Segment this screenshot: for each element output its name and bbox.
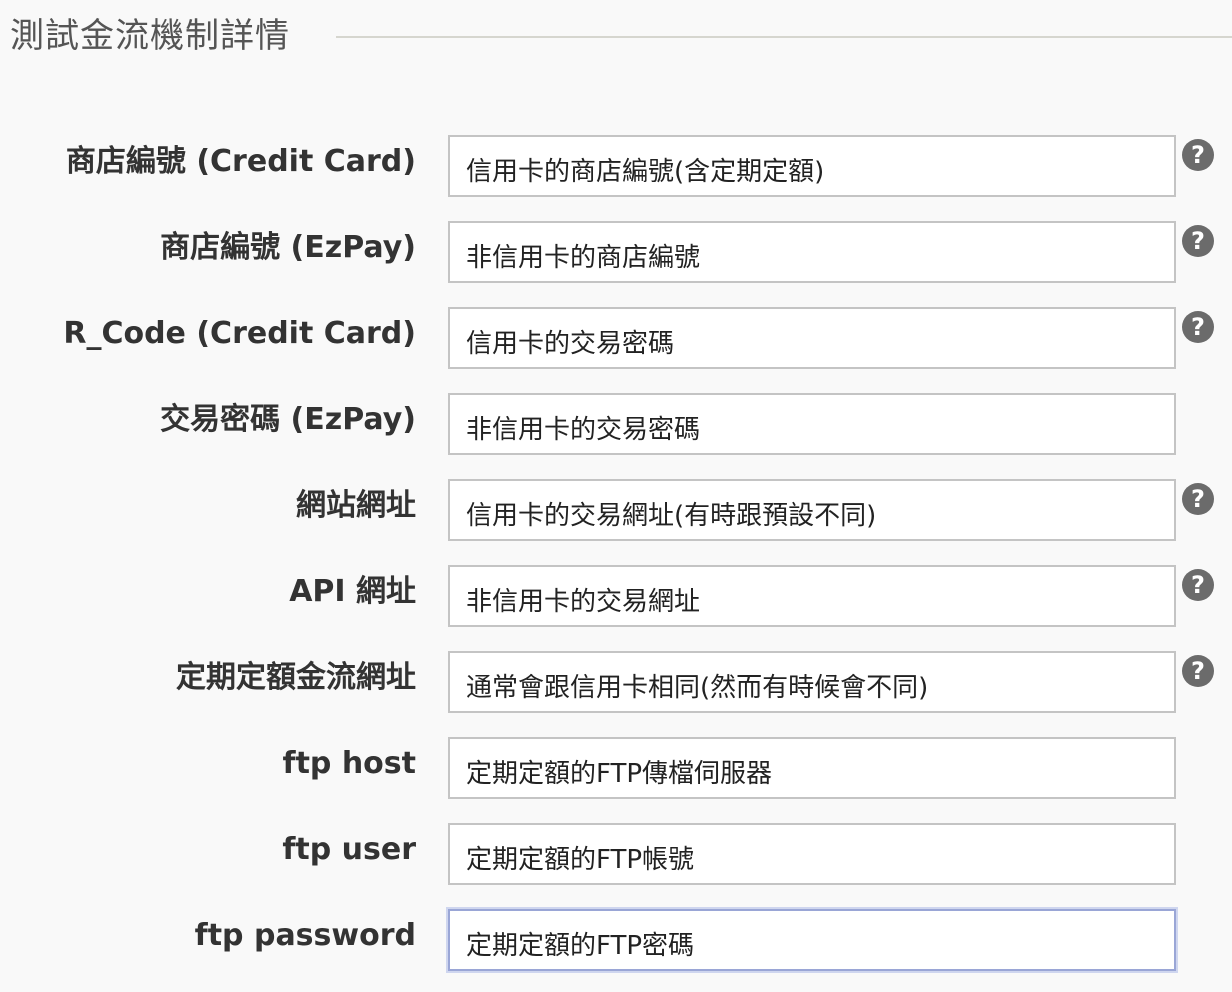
- form-row-site-url: 網站網址 ?: [0, 479, 1232, 541]
- merchant-id-ezpay-label: 商店編號 (EzPay): [160, 230, 416, 265]
- form-row-ftp-password: ftp password: [0, 909, 1232, 971]
- merchant-id-credit-card-label: 商店編號 (Credit Card): [65, 144, 416, 179]
- question-circle-icon[interactable]: ?: [1182, 225, 1214, 257]
- question-circle-icon[interactable]: ?: [1182, 655, 1214, 687]
- recurring-payment-url-input[interactable]: [448, 651, 1176, 713]
- api-url-input[interactable]: [448, 565, 1176, 627]
- ftp-password-input[interactable]: [448, 909, 1176, 971]
- form-row-ftp-user: ftp user: [0, 823, 1232, 885]
- ftp-user-input[interactable]: [448, 823, 1176, 885]
- section-header: 測試金流機制詳情: [0, 0, 1232, 80]
- site-url-input[interactable]: [448, 479, 1176, 541]
- form-row-api-url: API 網址 ?: [0, 565, 1232, 627]
- question-circle-icon[interactable]: ?: [1182, 569, 1214, 601]
- question-circle-icon[interactable]: ?: [1182, 139, 1214, 171]
- api-url-label: API 網址: [289, 574, 416, 609]
- section-divider: [336, 36, 1232, 38]
- ftp-password-label: ftp password: [194, 918, 416, 953]
- merchant-id-credit-card-input[interactable]: [448, 135, 1176, 197]
- form-row-trade-password-ezpay: 交易密碼 (EzPay): [0, 393, 1232, 455]
- form-row-ftp-host: ftp host: [0, 737, 1232, 799]
- trade-password-ezpay-input[interactable]: [448, 393, 1176, 455]
- section-title: 測試金流機制詳情: [10, 14, 298, 58]
- merchant-id-ezpay-input[interactable]: [448, 221, 1176, 283]
- form-row-merchant-id-credit-card: 商店編號 (Credit Card) ?: [0, 135, 1232, 197]
- form-row-r-code-credit-card: R_Code (Credit Card) ?: [0, 307, 1232, 369]
- r-code-credit-card-label: R_Code (Credit Card): [63, 316, 416, 351]
- r-code-credit-card-input[interactable]: [448, 307, 1176, 369]
- form-row-merchant-id-ezpay: 商店編號 (EzPay) ?: [0, 221, 1232, 283]
- trade-password-ezpay-label: 交易密碼 (EzPay): [160, 402, 416, 437]
- site-url-label: 網站網址: [296, 488, 416, 523]
- question-circle-icon[interactable]: ?: [1182, 311, 1214, 343]
- ftp-user-label: ftp user: [282, 832, 416, 867]
- ftp-host-label: ftp host: [282, 746, 416, 781]
- question-circle-icon[interactable]: ?: [1182, 483, 1214, 515]
- recurring-payment-url-label: 定期定額金流網址: [176, 660, 416, 695]
- ftp-host-input[interactable]: [448, 737, 1176, 799]
- form-row-recurring-payment-url: 定期定額金流網址 ?: [0, 651, 1232, 713]
